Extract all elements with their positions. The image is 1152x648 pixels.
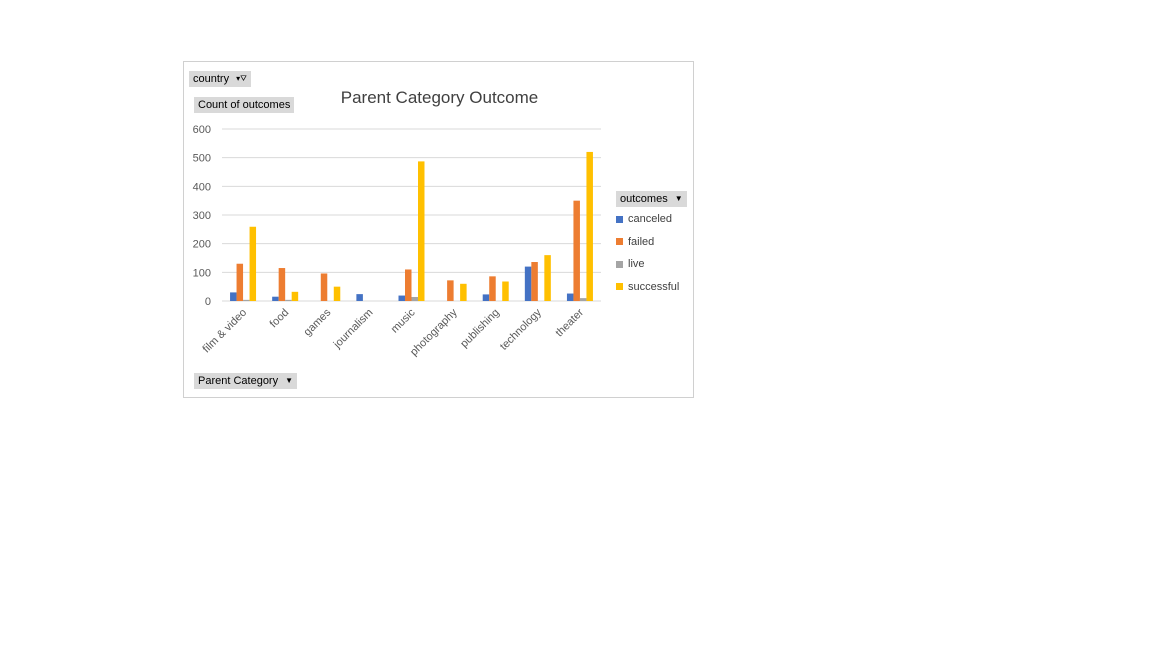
bar-failed bbox=[447, 280, 454, 301]
legend-label: live bbox=[628, 258, 645, 271]
bar-canceled bbox=[524, 266, 532, 301]
chevron-down-icon: ▼ bbox=[674, 194, 683, 204]
legend-field-label: outcomes bbox=[620, 193, 668, 205]
legend-label: canceled bbox=[628, 213, 673, 226]
y-tick-label: 500 bbox=[193, 153, 211, 165]
y-tick-label: 400 bbox=[193, 181, 211, 193]
bar-live bbox=[411, 296, 418, 301]
legend-field-button[interactable]: outcomes ▼ bbox=[616, 191, 687, 207]
bar-failed bbox=[405, 269, 412, 301]
bar-canceled bbox=[398, 295, 405, 301]
legend-item-successful: successful bbox=[616, 276, 679, 299]
bar-failed bbox=[489, 276, 496, 301]
bar-canceled bbox=[566, 293, 574, 301]
bar-canceled bbox=[230, 292, 237, 301]
legend-swatch bbox=[616, 283, 623, 291]
legend-label: failed bbox=[628, 235, 655, 248]
legend-swatch bbox=[616, 238, 623, 246]
bar-successful bbox=[460, 283, 467, 301]
x-tick-label: food bbox=[268, 307, 292, 331]
bar-successful bbox=[291, 291, 299, 301]
chevron-down-icon: ▼ bbox=[285, 376, 294, 386]
bar-live bbox=[579, 298, 587, 301]
axis-field-label: Parent Category bbox=[198, 375, 279, 387]
bar-successful bbox=[544, 255, 551, 301]
legend-swatch bbox=[616, 260, 623, 268]
legend-item-live: live bbox=[616, 253, 679, 276]
y-tick-label: 200 bbox=[193, 239, 211, 251]
bar-successful bbox=[333, 286, 341, 301]
legend-label: successful bbox=[628, 280, 680, 293]
y-tick-label: 100 bbox=[193, 267, 211, 279]
bar-failed bbox=[573, 200, 580, 301]
bar-failed bbox=[320, 273, 328, 301]
legend-item-canceled: canceled bbox=[616, 208, 679, 231]
axis-field-button[interactable]: Parent Category ▼ bbox=[194, 373, 298, 389]
bar-successful bbox=[586, 151, 593, 301]
pivot-chart[interactable]: country ▾⛛ Count of outcomes Parent Cate… bbox=[183, 61, 694, 398]
bar-successful bbox=[249, 226, 257, 301]
bar-failed bbox=[236, 263, 244, 301]
legend: canceled failed live successful bbox=[616, 208, 679, 298]
x-tick-label: film & video bbox=[200, 307, 249, 356]
x-tick-label: theater bbox=[553, 306, 586, 339]
bar-successful bbox=[418, 161, 425, 301]
y-tick-label: 600 bbox=[193, 124, 211, 136]
bar-failed bbox=[531, 262, 538, 301]
y-tick-label: 0 bbox=[205, 296, 211, 308]
bar-successful bbox=[502, 281, 509, 301]
x-tick-label: games bbox=[302, 306, 334, 338]
x-tick-label: publishing bbox=[458, 307, 502, 351]
bar-canceled bbox=[356, 294, 363, 301]
bar-live bbox=[285, 299, 292, 301]
bar-failed bbox=[278, 268, 286, 301]
y-tick-label: 300 bbox=[193, 210, 211, 222]
legend-item-failed: failed bbox=[616, 231, 679, 254]
bar-canceled bbox=[482, 294, 490, 301]
bar-canceled bbox=[272, 296, 279, 301]
x-tick-label: journalism bbox=[331, 307, 376, 352]
x-tick-label: music bbox=[389, 306, 418, 335]
x-tick-label: technology bbox=[498, 306, 544, 352]
bar-live bbox=[243, 299, 250, 301]
legend-swatch bbox=[616, 215, 623, 223]
